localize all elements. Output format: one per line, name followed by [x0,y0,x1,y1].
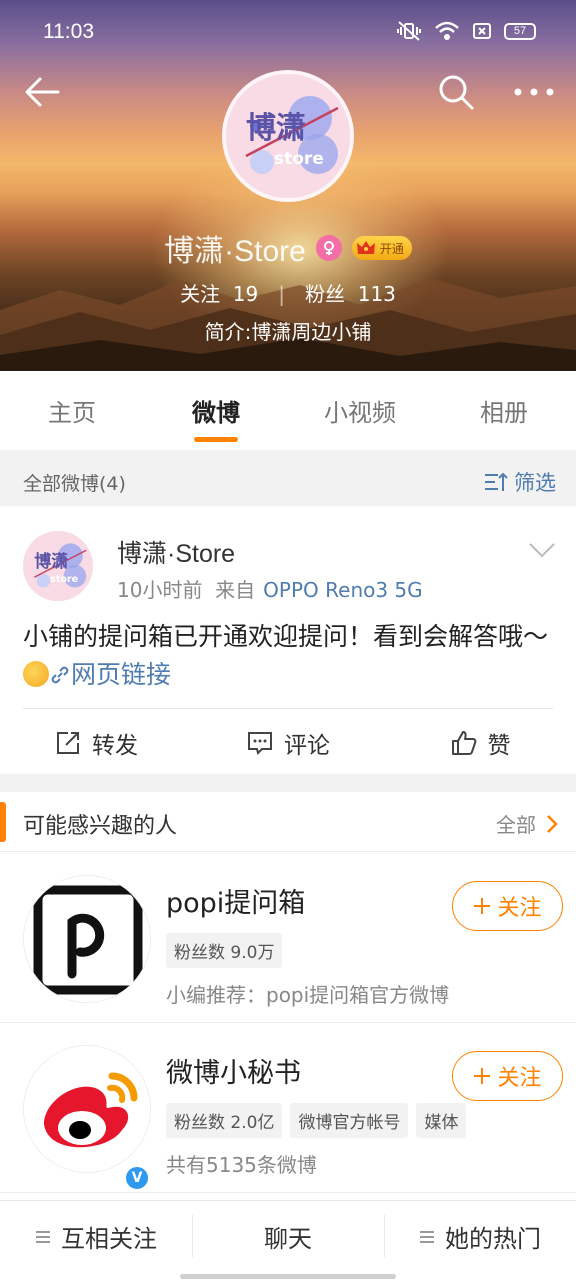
wifi-icon [435,21,459,40]
profile-header: 11:03 57 博潇 store 博潇·Store 开通 关注 19 | 粉丝… [0,0,576,371]
chevron-right-icon [547,814,558,833]
web-link[interactable]: 网页链接 [49,660,171,689]
mutual-follow-button[interactable]: 互相关注 [0,1201,192,1280]
plus-icon [474,898,491,914]
her-hot-posts-button[interactable]: 她的热门 [384,1201,576,1280]
plus-icon [474,1068,491,1084]
popi-logo-icon [24,876,150,1002]
crown-icon [356,241,375,254]
filter-bar: 全部微博(4) 筛选 [0,450,576,506]
post-source[interactable]: OPPO Reno3 5G [263,578,422,602]
person-description: 小编推荐：popi提问箱官方微博 [166,983,450,1007]
post-actions: 转发 评论 赞 [0,718,576,768]
tab-weibo[interactable]: 微博 [144,371,288,450]
profile-name-row: 博潇·Store 开通 [0,226,576,270]
post-author-avatar[interactable]: 博潇 store [23,531,93,601]
profile-avatar-art: 博潇 store [226,74,350,198]
battery-indicator: 57 [504,22,536,40]
svg-text:store: store [274,149,324,169]
popi-avatar[interactable] [23,875,151,1003]
repost-button[interactable]: 转发 [0,718,192,768]
svg-text:博潇: 博潇 [34,551,68,571]
link-icon [51,666,69,684]
weibo-post[interactable]: 博潇 store 博潇·Store 10小时前 来自 OPPO Reno3 5G … [0,506,576,774]
filter-button[interactable]: 筛选 [484,467,556,497]
person-tags: 粉丝数 2.0亿 微博官方帐号 媒体 [166,1103,467,1138]
filter-icon [485,472,508,491]
post-avatar-art: 博潇 store [23,531,93,601]
chevron-down-icon[interactable] [528,541,556,559]
status-bar: 11:03 57 [0,0,576,64]
post-author-name[interactable]: 博潇·Store [117,534,235,570]
post-count-label: 全部微博(4) [23,473,126,495]
status-time: 11:03 [43,20,94,43]
vip-open-badge[interactable]: 开通 [351,236,412,260]
weibo-logo-icon [24,1046,150,1172]
follow-stats: 关注 19 | 粉丝 113 [180,282,396,306]
comment-icon [248,732,272,755]
recommend-header: 可能感兴趣的人 全部 [0,792,576,852]
weibo-secretary-avatar[interactable] [23,1045,151,1173]
follow-button[interactable]: 关注 [452,1051,563,1101]
home-indicator[interactable] [180,1274,396,1279]
person-tag: 媒体 [416,1103,467,1138]
person-tag: 粉丝数 2.0亿 [166,1103,283,1138]
post-meta: 10小时前 来自 OPPO Reno3 5G [117,574,423,603]
menu-lines-icon [36,1230,50,1243]
section-gap [0,774,576,792]
female-icon [315,235,342,261]
post-divider [23,708,553,709]
post-body: 小铺的提问箱已开通欢迎提问！看到会解答哦～ [23,622,549,651]
followers-stat[interactable]: 粉丝 113 [305,282,396,306]
recommend-all-link[interactable]: 全部 [496,809,558,838]
profile-avatar[interactable]: 博潇 store [222,70,354,202]
person-tag: 粉丝数 9.0万 [166,933,283,968]
like-button[interactable]: 赞 [384,718,576,768]
chat-button[interactable]: 聊天 [192,1201,384,1280]
repost-icon [57,732,79,754]
svg-text:store: store [50,574,79,585]
thumbs-up-icon [451,731,476,755]
menu-lines-icon [420,1230,434,1243]
tab-album[interactable]: 相册 [432,371,576,450]
recommend-person[interactable]: popi提问箱 粉丝数 9.0万 小编推荐：popi提问箱官方微博 关注 [0,853,576,1023]
person-tags: 粉丝数 9.0万 [166,933,283,968]
recommend-title: 可能感兴趣的人 [23,814,178,839]
back-arrow-icon[interactable] [22,72,62,112]
post-time: 10小时前 [117,578,203,602]
comment-button[interactable]: 评论 [192,718,384,768]
svg-text:博潇: 博潇 [246,111,306,146]
tab-home[interactable]: 主页 [0,371,144,450]
post-source-prefix: 来自 [215,578,256,602]
recommend-person[interactable]: V 微博小秘书 粉丝数 2.0亿 微博官方帐号 媒体 共有5135条微博 关注 [0,1023,576,1193]
profile-tabs: 主页 微博 小视频 相册 [0,371,576,450]
vibrate-mute-icon [397,21,421,41]
search-icon[interactable] [436,72,476,112]
profile-bio: 简介:博潇周边小铺 [204,320,372,344]
post-text: 小铺的提问箱已开通欢迎提问！看到会解答哦～ 网页链接 [23,618,553,694]
person-name[interactable]: popi提问箱 [166,881,305,920]
vip-open-label: 开通 [379,241,404,256]
tab-videos[interactable]: 小视频 [288,371,432,450]
follow-button[interactable]: 关注 [452,881,563,931]
profile-name: 博潇·Store [164,235,306,268]
status-icons: 57 [396,20,536,42]
person-description: 共有5135条微博 [166,1153,317,1177]
person-name[interactable]: 微博小秘书 [166,1051,301,1090]
verified-badge-icon: V [124,1165,150,1191]
emoji-icon [23,661,49,687]
person-tag: 微博官方帐号 [290,1103,409,1138]
active-tab-indicator [194,437,238,442]
more-options-icon[interactable] [512,80,556,104]
section-accent-bar [0,802,6,842]
bottom-action-bar: 互相关注 聊天 她的热门 [0,1200,576,1280]
following-stat[interactable]: 关注 19 [180,282,258,306]
screen-record-icon [473,23,491,39]
